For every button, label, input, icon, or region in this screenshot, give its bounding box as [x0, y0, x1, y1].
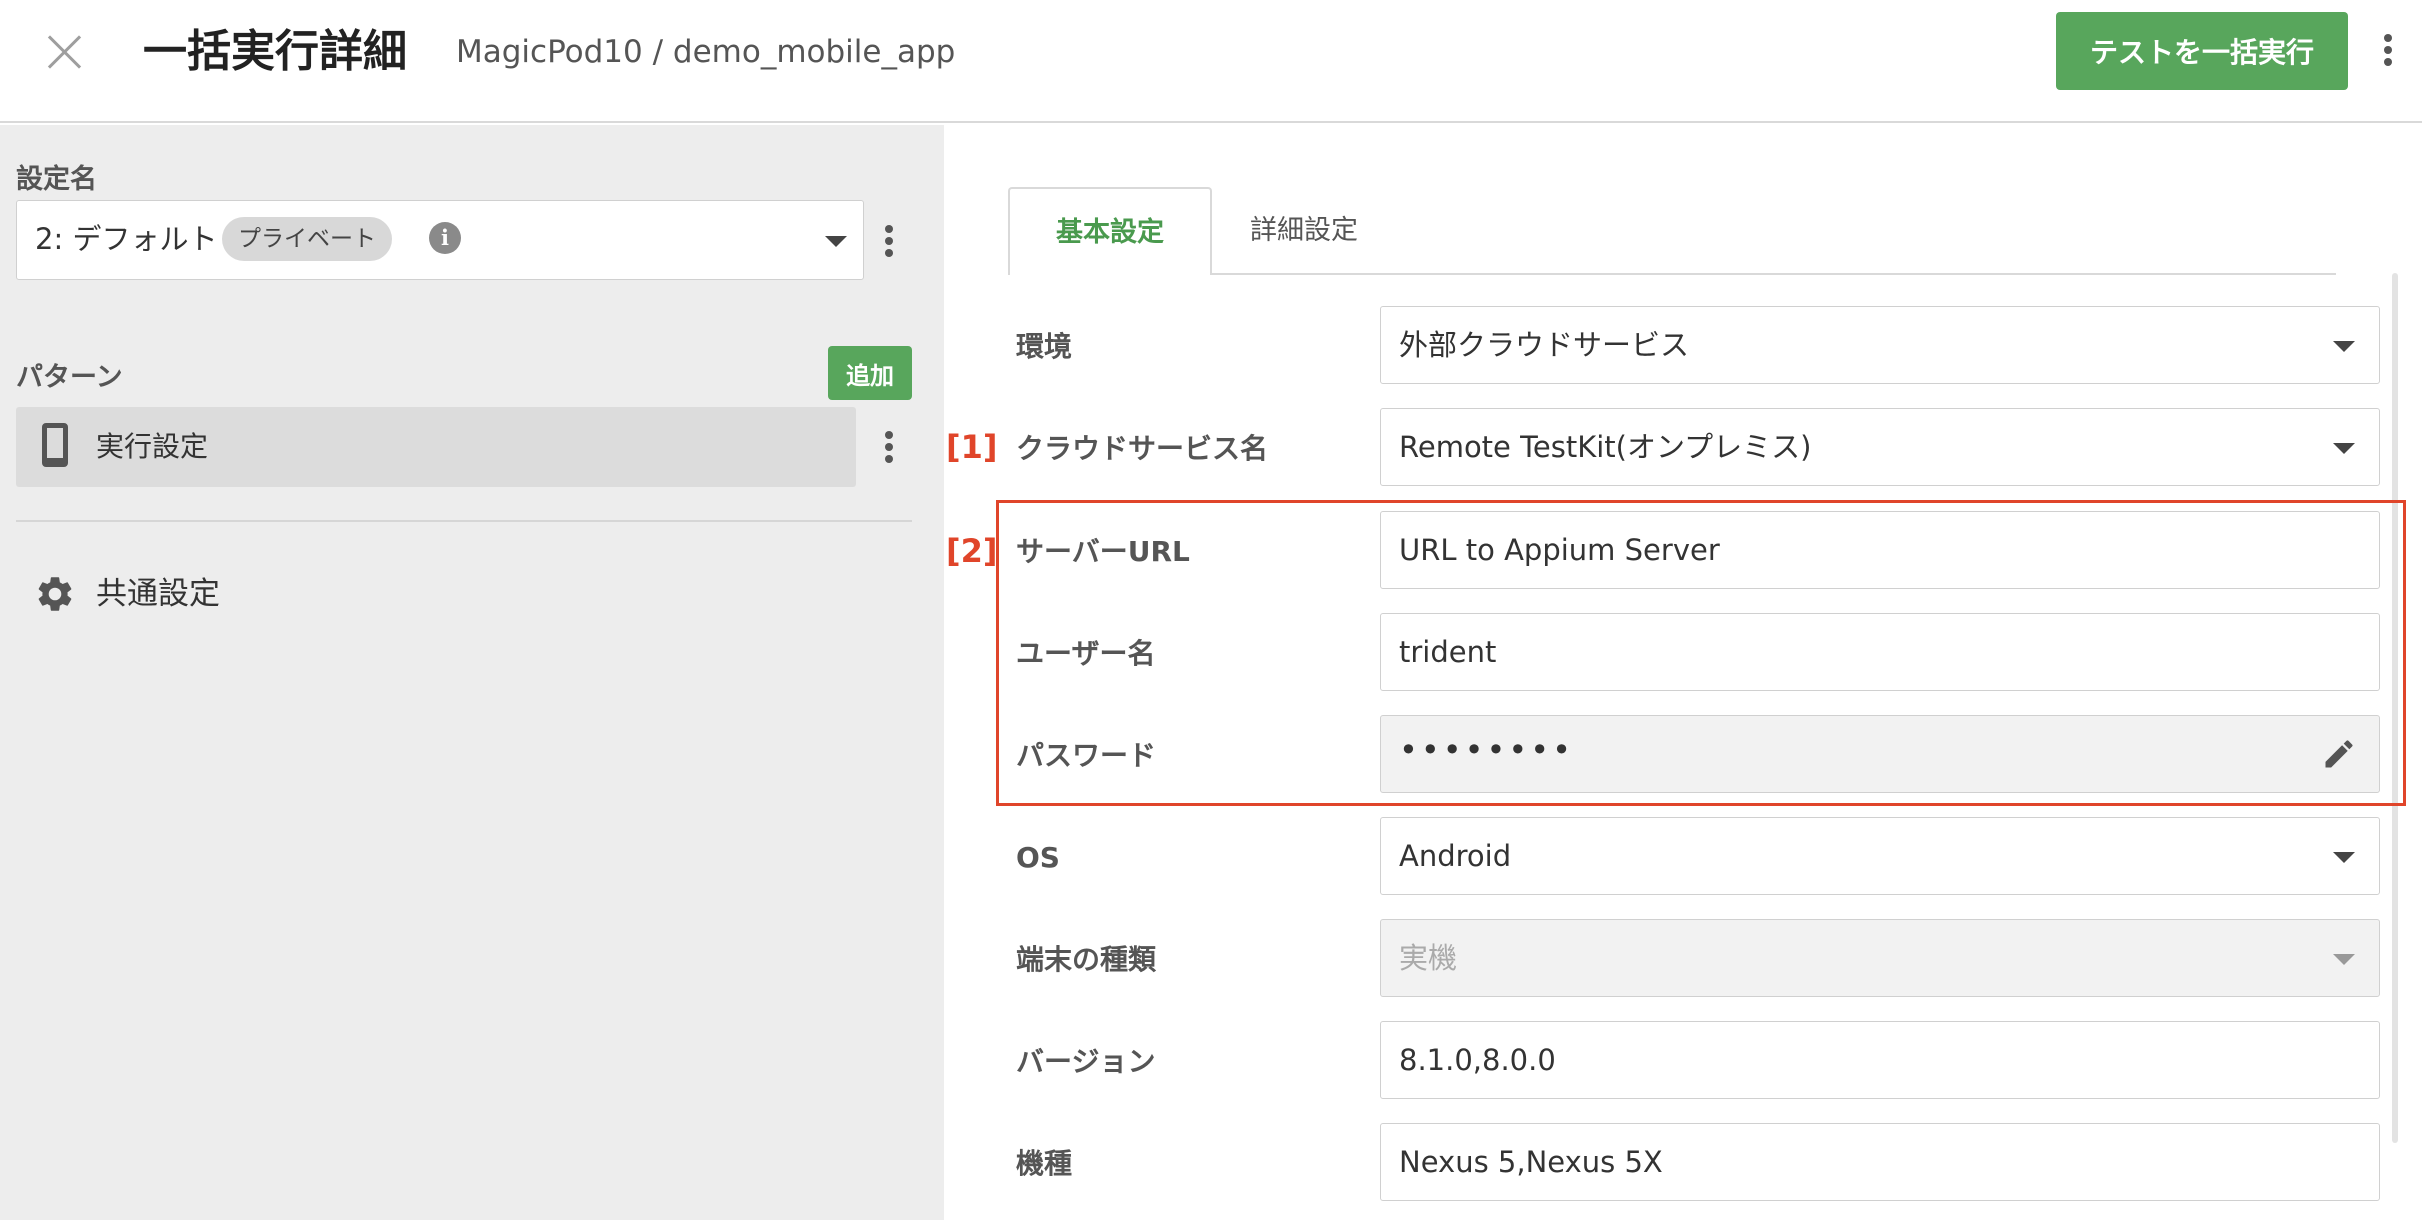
tab-basic-settings[interactable]: 基本設定 [1008, 187, 1212, 275]
os-select[interactable]: Android [1380, 817, 2380, 895]
environment-value: 外部クラウドサービス [1399, 328, 1690, 362]
model-value: Nexus 5,Nexus 5X [1399, 1145, 1663, 1179]
environment-label: 環境 [1016, 330, 1073, 363]
setting-name-value: 2: デフォルト [35, 222, 218, 256]
setting-name-select[interactable]: 2: デフォルト プライベート i [16, 200, 864, 280]
app-header: 一括実行詳細 MagicPod10 / demo_mobile_app テストを… [0, 0, 2422, 123]
cloud-service-select[interactable]: Remote TestKit(オンプレミス) [1380, 408, 2380, 486]
visibility-badge: プライベート [222, 217, 392, 261]
pencil-icon[interactable] [2321, 736, 2357, 772]
run-all-tests-button[interactable]: テストを一括実行 [2056, 12, 2348, 90]
model-input[interactable]: Nexus 5,Nexus 5X [1380, 1123, 2380, 1201]
pattern-more-icon[interactable] [879, 425, 899, 469]
setting-name-label: 設定名 [16, 164, 97, 195]
server-url-value: URL to Appium Server [1399, 533, 1720, 567]
environment-select[interactable]: 外部クラウドサービス [1380, 306, 2380, 384]
info-icon[interactable]: i [429, 222, 461, 254]
settings-form-panel: 基本設定 詳細設定 環境 外部クラウドサービス [1] クラウドサービス名 Re… [944, 125, 2422, 1220]
os-value: Android [1399, 839, 1512, 873]
pattern-item-label: 実行設定 [96, 430, 209, 463]
model-label: 機種 [1016, 1147, 1073, 1180]
password-value: •••••••• [1399, 731, 1574, 769]
gear-icon [38, 577, 72, 611]
server-url-label: サーバーURL [1016, 535, 1190, 568]
common-settings-link[interactable]: 共通設定 [96, 572, 220, 616]
device-type-select: 実機 [1380, 919, 2380, 997]
chevron-down-icon [825, 236, 847, 247]
cloud-service-label: クラウドサービス名 [1016, 432, 1269, 465]
username-label: ユーザー名 [1016, 637, 1156, 670]
chevron-down-icon [2333, 443, 2355, 454]
settings-sidebar: 設定名 2: デフォルト プライベート i パターン 追加 実行設定 共通設定 [0, 125, 944, 1220]
version-label: バージョン [1016, 1045, 1156, 1078]
pattern-label: パターン [16, 362, 123, 393]
password-label: パスワード [1016, 739, 1157, 772]
phone-icon [42, 423, 68, 467]
divider [16, 520, 912, 522]
server-url-input[interactable]: URL to Appium Server [1380, 511, 2380, 589]
os-label: OS [1016, 841, 1060, 874]
device-type-label: 端末の種類 [1016, 943, 1157, 976]
username-input[interactable]: trident [1380, 613, 2380, 691]
marker-1: [1] [946, 428, 998, 466]
username-value: trident [1399, 635, 1497, 669]
tab-detail-settings[interactable]: 詳細設定 [1212, 187, 1396, 275]
cloud-service-value: Remote TestKit(オンプレミス) [1399, 430, 1812, 464]
more-menu-icon[interactable] [2378, 28, 2398, 72]
chevron-down-icon [2333, 852, 2355, 863]
version-value: 8.1.0,8.0.0 [1399, 1043, 1556, 1077]
close-icon[interactable] [34, 22, 94, 82]
chevron-down-icon [2333, 341, 2355, 352]
setting-more-icon[interactable] [879, 219, 899, 263]
password-input[interactable]: •••••••• [1380, 715, 2380, 793]
breadcrumb: MagicPod10 / demo_mobile_app [456, 34, 956, 70]
version-input[interactable]: 8.1.0,8.0.0 [1380, 1021, 2380, 1099]
marker-2: [2] [946, 532, 998, 570]
page-title: 一括実行詳細 [143, 26, 407, 77]
chevron-down-icon [2333, 954, 2355, 965]
add-pattern-button[interactable]: 追加 [828, 346, 912, 400]
pattern-item[interactable]: 実行設定 [16, 407, 856, 487]
device-type-value: 実機 [1399, 941, 1458, 975]
